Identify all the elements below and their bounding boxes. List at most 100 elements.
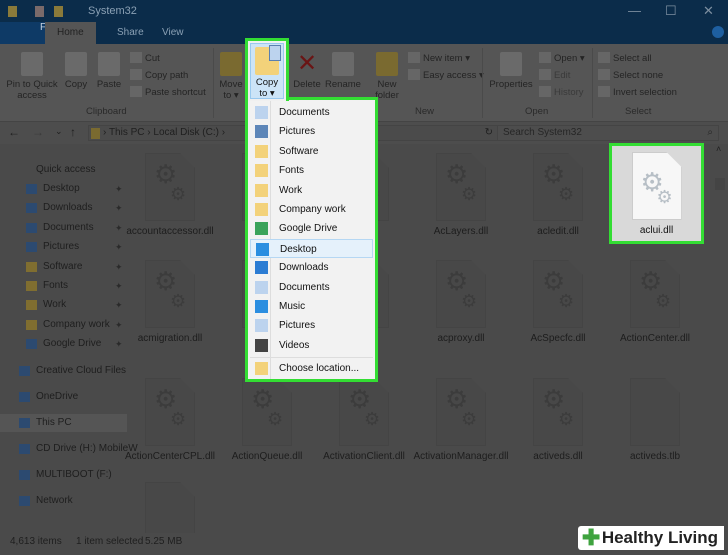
folder-icon [26, 339, 37, 350]
menu-item-videos[interactable]: Videos [250, 336, 373, 355]
sidebar-item-creative-cloud-files[interactable]: Creative Cloud Files [19, 362, 126, 380]
tab-view[interactable]: View [150, 22, 196, 44]
delete-button[interactable]: ✕ Delete [290, 50, 324, 91]
history-button[interactable]: History [539, 86, 584, 98]
file-item[interactable]: ⚙ ⚙ acproxy.dll [413, 260, 509, 345]
sidebar-item-label: Work [43, 299, 67, 311]
sidebar-item-multiboot-f-[interactable]: MULTIBOOT (F:) [19, 466, 112, 484]
menu-item-software[interactable]: Software [250, 142, 373, 161]
cut-button[interactable]: Cut [130, 52, 160, 64]
copy-to-menu: Documents Pictures Software Fonts Work Compan… [245, 97, 378, 382]
scroll-up-icon[interactable]: ˄ [716, 144, 721, 154]
sidebar-item-this-pc[interactable]: This PC [0, 414, 127, 432]
sidebar-item-downloads[interactable]: Downloads [26, 199, 92, 217]
file-item[interactable]: ⚙ ⚙ ActivationManager.dll [413, 378, 509, 463]
folder-icon [255, 183, 268, 197]
up-arrow-icon[interactable]: ↑ [70, 125, 76, 139]
paste-button[interactable]: Paste [94, 50, 124, 90]
easy-access-button[interactable]: Easy access ▾ [408, 69, 484, 81]
menu-item-pictures[interactable]: Pictures [250, 316, 373, 335]
file-item[interactable]: ⚙ ⚙ ActionQueue.dll [219, 378, 315, 463]
file-item[interactable]: ⚙ ⚙ accountaccessor.dll [122, 153, 218, 238]
google-drive-icon [255, 222, 268, 236]
back-arrow-icon[interactable]: ← [8, 125, 20, 139]
edit-button[interactable]: Edit [539, 69, 570, 81]
pictures-icon [255, 319, 268, 333]
sidebar-item-network[interactable]: Network [19, 492, 73, 510]
file-item[interactable]: activeds.tlb [607, 378, 703, 463]
breadcrumb-this-pc[interactable]: This PC [109, 127, 145, 138]
sidebar-item-fonts[interactable]: Fonts [26, 277, 68, 295]
refresh-icon[interactable]: ↻ [485, 126, 493, 140]
new-item-button[interactable]: New item ▾ [408, 52, 470, 64]
selected-file-aclui[interactable]: ⚙ ⚙ aclui.dll [609, 143, 704, 244]
folder-icon [26, 203, 37, 214]
file-item[interactable]: ⚙ ⚙ ActionCenterCPL.dll [122, 378, 218, 463]
drive-icon [19, 418, 30, 428]
sidebar-item-google-drive[interactable]: Google Drive [26, 335, 101, 353]
pin-icon[interactable]: ✦ [115, 242, 123, 253]
copy-to-button[interactable]: Copy to ▾ [245, 38, 289, 101]
open-button[interactable]: Open ▾ [539, 52, 585, 64]
dll-file-icon: ⚙⚙ [533, 378, 583, 446]
paste-shortcut-button[interactable]: Paste shortcut [130, 86, 206, 98]
forward-arrow-icon[interactable]: → [32, 125, 44, 139]
sidebar-item-work[interactable]: Work [26, 296, 67, 314]
select-none-button[interactable]: Select none [598, 69, 663, 81]
maximize-button[interactable]: ☐ [665, 3, 677, 19]
scrollbar[interactable]: ˄ [712, 144, 728, 533]
breadcrumb-local-disk[interactable]: Local Disk (C:) [153, 127, 219, 138]
pin-to-quick-access-button[interactable]: Pin to Quick access [4, 50, 60, 101]
rename-button[interactable]: Rename [325, 50, 361, 90]
sidebar-item-company-work[interactable]: Company work [26, 316, 110, 334]
file-item[interactable]: ⚙ ⚙ ActionCenter.dll [607, 260, 703, 345]
close-button[interactable]: ✕ [703, 3, 714, 19]
menu-item-choose-location[interactable]: Choose location... [250, 359, 373, 378]
properties-icon [500, 52, 522, 76]
menu-item-downloads[interactable]: Downloads [250, 258, 373, 277]
new-folder-button[interactable]: New folder [372, 50, 402, 101]
sidebar-item-documents[interactable]: Documents [26, 219, 94, 237]
minimize-button[interactable]: — [628, 3, 641, 18]
sidebar-item-software[interactable]: Software [26, 258, 82, 276]
sidebar-item-label: This PC [36, 417, 72, 428]
file-item[interactable]: ⚙ ⚙ activeds.dll [510, 378, 606, 463]
dll-file-icon: ⚙⚙ [242, 378, 292, 446]
new-folder-icon[interactable] [54, 6, 63, 17]
help-icon[interactable] [712, 26, 724, 38]
sidebar-quick-access[interactable]: Quick access [36, 161, 95, 179]
menu-item-google-drive[interactable]: Google Drive [250, 219, 373, 238]
tab-share[interactable]: Share [105, 22, 156, 44]
select-all-button[interactable]: Select all [598, 52, 652, 64]
menu-item-music[interactable]: Music [250, 297, 373, 316]
menu-item-documents[interactable]: Documents [250, 278, 373, 297]
invert-selection-button[interactable]: Invert selection [598, 86, 677, 98]
sidebar-item-onedrive[interactable]: OneDrive [19, 388, 78, 406]
menu-item-company-work[interactable]: Company work [250, 200, 373, 219]
dll-file-icon: ⚙⚙ [145, 153, 195, 221]
sidebar-item-label: Pictures [43, 241, 80, 253]
search-input[interactable]: Search System32 ⌕ [497, 125, 719, 141]
tab-home[interactable]: Home [45, 22, 96, 44]
file-item[interactable]: ⚙ ⚙ AcSpecfc.dll [510, 260, 606, 345]
documents-icon [255, 106, 268, 119]
properties-icon[interactable] [35, 6, 44, 17]
menu-item-work[interactable]: Work [250, 181, 373, 200]
sidebar-item-desktop[interactable]: Desktop [26, 180, 80, 198]
move-to-button[interactable]: Move to ▾ [218, 50, 244, 101]
recent-chevron-icon[interactable]: ⌄ [55, 126, 63, 137]
file-item[interactable]: ⚙ ⚙ AcLayers.dll [413, 153, 509, 238]
drive-icon [19, 366, 30, 376]
copy-button[interactable]: Copy [62, 50, 90, 90]
properties-button[interactable]: Properties [488, 50, 534, 90]
file-item[interactable]: ⚙ ⚙ ActivationClient.dll [316, 378, 412, 463]
file-item[interactable]: ⚙ ⚙ acledit.dll [510, 153, 606, 238]
sidebar-item-pictures[interactable]: Pictures [26, 238, 80, 256]
menu-item-documents[interactable]: Documents [250, 103, 373, 122]
menu-item-desktop[interactable]: Desktop [250, 238, 373, 258]
scroll-thumb[interactable] [715, 178, 725, 190]
menu-item-fonts[interactable]: Fonts [250, 161, 373, 180]
menu-item-pictures[interactable]: Pictures [250, 122, 373, 141]
copy-path-button[interactable]: Copy path [130, 69, 188, 81]
file-item[interactable]: ⚙ ⚙ acmigration.dll [122, 260, 218, 345]
